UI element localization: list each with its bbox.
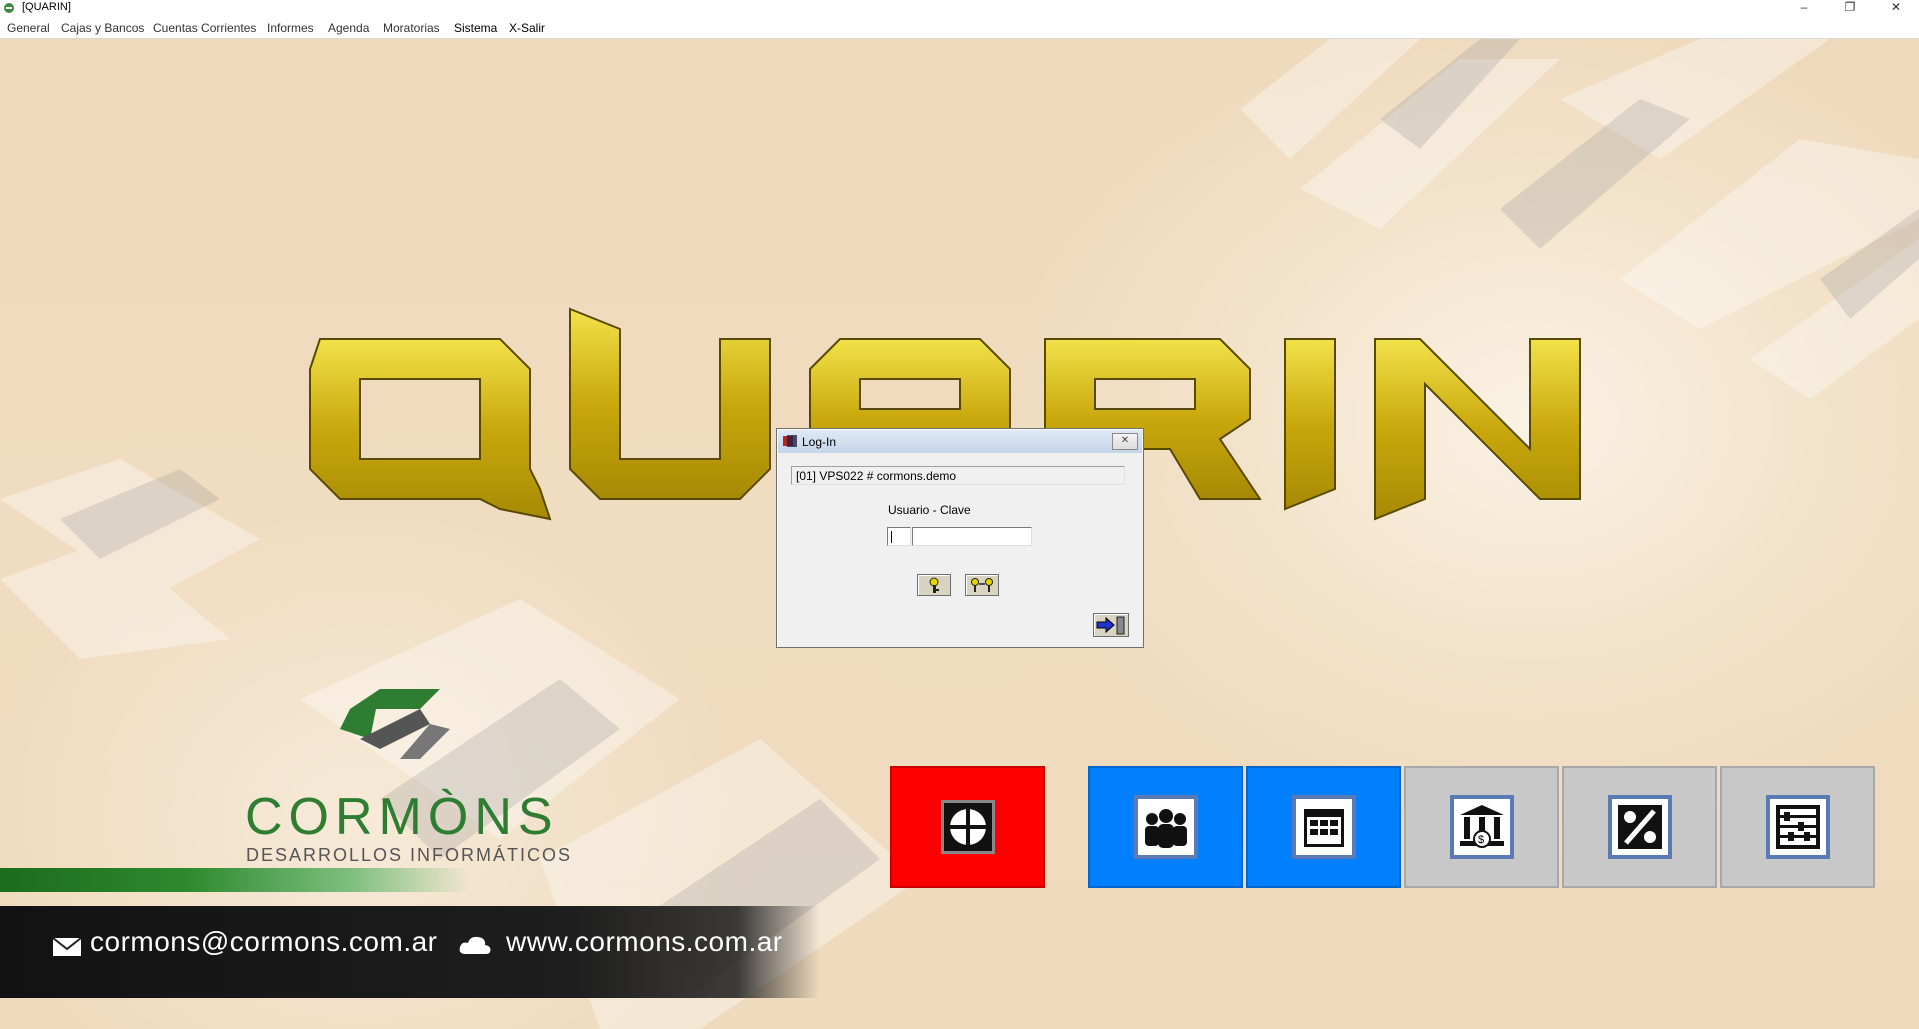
key-icon xyxy=(929,577,939,593)
menu-general[interactable]: General xyxy=(7,21,50,35)
exit-door-icon xyxy=(1096,616,1125,635)
crosshair-icon xyxy=(940,800,995,854)
decorative-green-bar xyxy=(0,868,470,892)
calendar-icon xyxy=(1291,795,1356,859)
tile-clients[interactable] xyxy=(1088,766,1243,888)
restore-button[interactable]: ❐ xyxy=(1830,0,1870,16)
contact-email: cormons@cormons.com.ar xyxy=(90,926,438,957)
keys-swap-icon xyxy=(971,578,993,592)
cormons-logo: CORMÒNS DESARROLLOS INFORMÁTICOS xyxy=(245,689,570,865)
window-title: [QUARIN] xyxy=(22,1,71,13)
tile-abacus[interactable] xyxy=(1720,766,1875,888)
menu-moratorias[interactable]: Moratorias xyxy=(383,21,440,35)
login-dialog-titlebar[interactable]: Log-In ✕ xyxy=(778,430,1142,453)
abacus-icon xyxy=(1765,795,1830,859)
dialog-app-icon xyxy=(783,435,797,447)
user-input[interactable] xyxy=(887,527,911,546)
menu-cuentas-corrientes[interactable]: Cuentas Corrientes xyxy=(153,21,256,35)
mail-icon xyxy=(52,937,82,956)
menu-bar: General Cajas y Bancos Cuentas Corriente… xyxy=(0,16,1919,39)
menu-cajas-y-bancos[interactable]: Cajas y Bancos xyxy=(61,21,144,35)
database-field: [01] VPS022 # cormons.demo xyxy=(791,466,1125,485)
menu-informes[interactable]: Informes xyxy=(267,21,314,35)
app-icon xyxy=(4,3,14,13)
tile-bank[interactable]: $ xyxy=(1404,766,1559,888)
menu-x-salir[interactable]: X-Salir xyxy=(509,21,545,35)
tile-crosshair[interactable] xyxy=(890,766,1045,888)
window-titlebar: [QUARIN] – ❐ ✕ xyxy=(0,0,1919,16)
login-dialog-title: Log-In xyxy=(802,435,837,449)
company-logo-text: CORMÒNS xyxy=(245,788,559,846)
login-key-button[interactable] xyxy=(917,574,951,596)
user-password-label: Usuario - Clave xyxy=(888,503,971,517)
contact-website: www.cormons.com.ar xyxy=(506,926,783,957)
percent-icon xyxy=(1607,795,1672,859)
desktop-background: CORMÒNS DESARROLLOS INFORMÁTICOS cormons… xyxy=(0,39,1919,1029)
login-close-button[interactable]: ✕ xyxy=(1112,433,1138,450)
tile-agenda[interactable] xyxy=(1246,766,1401,888)
tile-moratorias[interactable] xyxy=(1562,766,1717,888)
menu-agenda[interactable]: Agenda xyxy=(328,21,369,35)
cloud-icon xyxy=(459,936,491,954)
people-icon xyxy=(1133,795,1198,859)
exit-button[interactable] xyxy=(1093,613,1129,637)
password-input[interactable] xyxy=(912,527,1032,546)
change-password-button[interactable] xyxy=(965,574,999,596)
login-dialog: Log-In ✕ [01] VPS022 # cormons.demo Usua… xyxy=(776,428,1144,648)
svg-text:$: $ xyxy=(1478,834,1484,846)
close-button[interactable]: ✕ xyxy=(1876,0,1916,16)
menu-sistema[interactable]: Sistema xyxy=(454,21,497,35)
company-tagline: DESARROLLOS INFORMÁTICOS xyxy=(246,845,570,865)
minimize-button[interactable]: – xyxy=(1784,0,1824,16)
bank-icon: $ xyxy=(1449,795,1514,859)
close-icon: ✕ xyxy=(1120,435,1130,446)
